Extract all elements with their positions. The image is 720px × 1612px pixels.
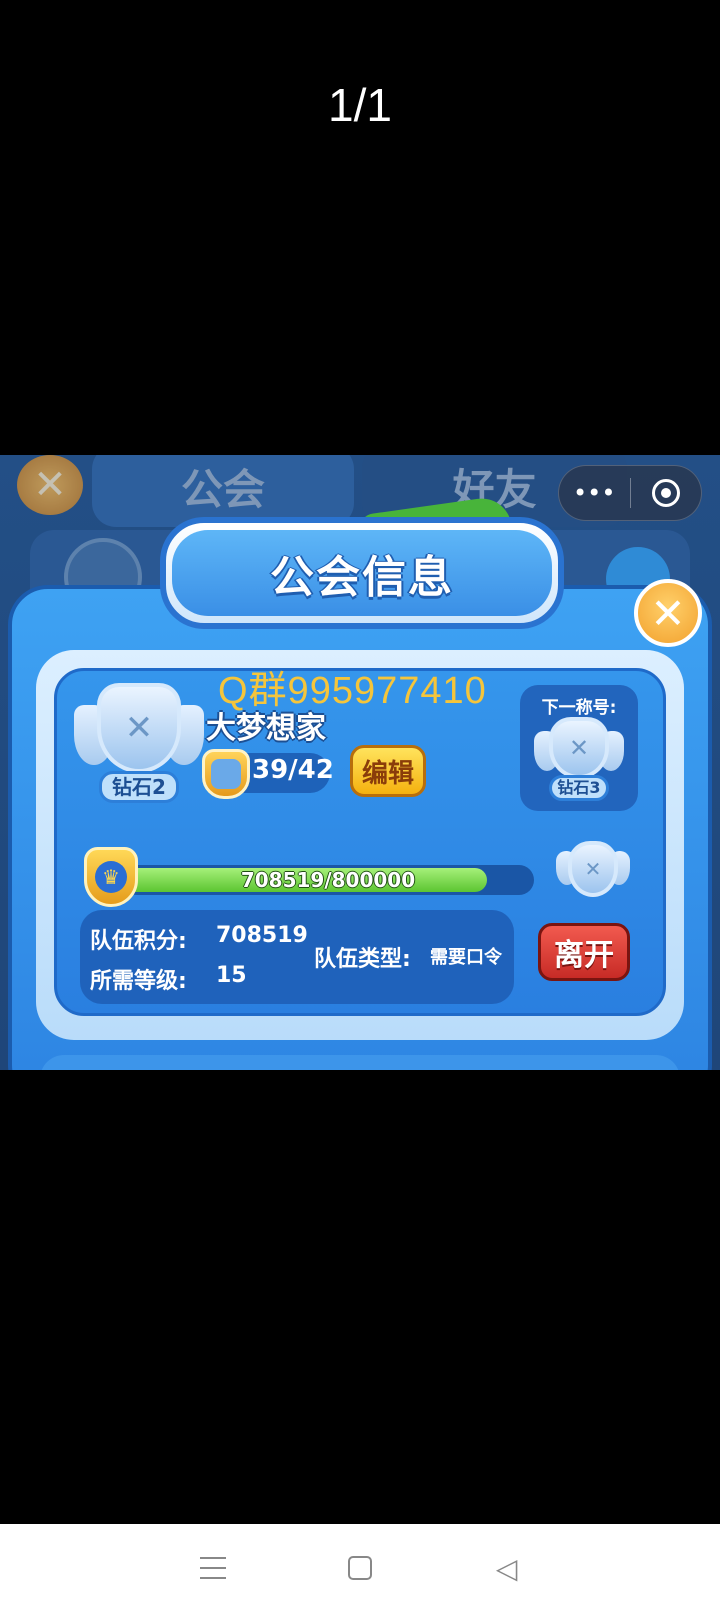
progress-end-emblem-icon: ✕: [568, 841, 618, 897]
required-level-value: 15: [216, 963, 247, 988]
guild-rank-label: 钻石2: [99, 771, 179, 803]
team-type-value: 需要口令: [430, 947, 502, 968]
progress-bar: 708519/800000: [122, 865, 534, 895]
edit-button[interactable]: 编辑: [350, 745, 426, 797]
image-counter: 1/1: [328, 79, 392, 131]
home-button[interactable]: [330, 1538, 390, 1598]
team-type-label: 队伍类型:: [314, 947, 411, 972]
menu-icon: [200, 1557, 227, 1579]
leave-button[interactable]: 离开: [538, 923, 630, 981]
home-icon: [347, 1556, 372, 1580]
crown-icon: ♛: [84, 847, 138, 907]
team-score-label: 队伍积分:: [90, 929, 187, 954]
next-rank-emblem: ✕ 钻石3: [534, 717, 624, 807]
dialog-title-plate: 公会信息: [160, 517, 564, 629]
next-title-box: 下一称号: ✕ 钻石3: [520, 685, 638, 811]
next-title-label: 下一称号:: [541, 698, 617, 718]
recent-apps-button[interactable]: [183, 1538, 243, 1598]
target-icon: [651, 479, 680, 507]
members-count: 39/42: [252, 755, 334, 785]
members-list-header: [40, 1055, 680, 1070]
back-icon: ◁: [495, 1551, 518, 1585]
required-level-label: 所需等级:: [90, 969, 187, 994]
exit-miniprogram-button[interactable]: [631, 466, 702, 520]
guild-emblem-icon: ✕: [97, 683, 181, 773]
team-score-value: 708519: [216, 923, 308, 948]
miniprogram-capsule: •••: [558, 465, 702, 521]
back-button[interactable]: ◁: [477, 1538, 537, 1598]
next-rank-emblem-icon: ✕: [549, 717, 609, 779]
game-screenshot: ✕ 公会 好友 ••• 公会信息 ✕ Q群995977410 ✕ 钻石2 大梦想…: [0, 455, 720, 1070]
next-rank-label: 钻石3: [549, 775, 609, 801]
more-icon: •••: [573, 479, 616, 507]
close-icon: ✕: [650, 588, 686, 638]
guild-emblem: ✕ 钻石2: [74, 683, 204, 803]
close-button[interactable]: ✕: [634, 579, 702, 647]
background-close-icon[interactable]: ✕: [17, 455, 83, 515]
android-nav-bar: ◁: [0, 1524, 720, 1612]
guild-name: 大梦想家: [206, 711, 326, 746]
more-menu-button[interactable]: •••: [559, 466, 630, 520]
dialog-title: 公会信息: [172, 530, 552, 616]
progress-end-emblem: ✕: [556, 841, 630, 907]
progress-text: 708519/800000: [240, 868, 416, 892]
members-icon: [202, 749, 250, 799]
